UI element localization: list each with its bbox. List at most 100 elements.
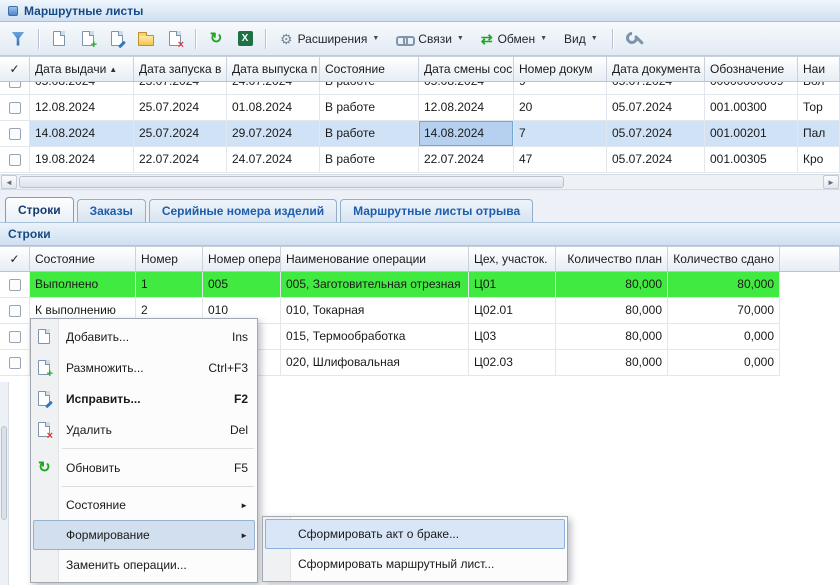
cell[interactable]: 05.07.2024 [607, 95, 705, 121]
column-header-number[interactable]: Номер [136, 247, 203, 271]
cell[interactable]: 19.08.2024 [30, 147, 134, 173]
column-header-workshop[interactable]: Цех, участок. [469, 247, 556, 271]
cell[interactable]: 05.07.2024 [607, 82, 705, 95]
cell[interactable]: Вол [798, 82, 840, 95]
cell[interactable]: 25.07.2024 [134, 95, 227, 121]
table-row-done[interactable]: Выполнено 1 005 005, Заготовительная отр… [0, 272, 840, 298]
cell[interactable]: 0,000 [668, 350, 780, 376]
menu-item-duplicate[interactable]: + Размножить... Ctrl+F3 [31, 352, 257, 383]
cell[interactable]: Ц02.03 [469, 350, 556, 376]
cell[interactable]: Кро [798, 147, 840, 173]
table-row[interactable]: 12.08.2024 25.07.2024 01.08.2024 В работ… [0, 95, 840, 121]
cell[interactable]: 24.07.2024 [227, 82, 320, 95]
cell[interactable]: В работе [320, 147, 419, 173]
cell[interactable]: 001.00300 [705, 95, 798, 121]
cell[interactable]: 12.08.2024 [30, 95, 134, 121]
column-header-release-date[interactable]: Дата выпуска п [227, 57, 320, 81]
focused-cell[interactable]: 14.08.2024 [419, 121, 514, 147]
cell[interactable]: Ц01 [469, 272, 556, 298]
tab-stroki[interactable]: Строки [5, 197, 74, 222]
cell[interactable]: 70,000 [668, 298, 780, 324]
column-header-designation[interactable]: Обозначение [705, 57, 798, 81]
column-header-issue-date[interactable]: Дата выдачи▲ [30, 57, 134, 81]
cell[interactable]: 25.07.2024 [134, 121, 227, 147]
refresh-button[interactable]: ↻ [203, 27, 229, 51]
row-checkbox[interactable] [0, 298, 30, 324]
cell[interactable]: 23.07.2024 [134, 82, 227, 95]
cell[interactable]: 001.00305 [705, 147, 798, 173]
cell[interactable]: 010, Токарная [281, 298, 469, 324]
cell[interactable]: 1 [136, 272, 203, 298]
edit-document-button[interactable] [104, 27, 130, 51]
cell[interactable]: Ц03 [469, 324, 556, 350]
vertical-scrollbar[interactable] [0, 382, 9, 585]
cell[interactable]: 05.08.2024 [419, 82, 514, 95]
cell[interactable]: 29.07.2024 [227, 121, 320, 147]
menu-item-refresh[interactable]: ↻ Обновить F5 [31, 452, 257, 483]
tab-zakazy[interactable]: Заказы [77, 199, 146, 222]
tab-serial-numbers[interactable]: Серийные номера изделий [149, 199, 337, 222]
exchange-dropdown[interactable]: ⇄ Обмен ▼ [474, 27, 554, 51]
open-folder-button[interactable] [133, 27, 159, 51]
settings-button[interactable] [620, 27, 646, 51]
cell[interactable]: 47 [514, 147, 607, 173]
cell[interactable]: 80,000 [556, 298, 668, 324]
cell[interactable]: 001.00201 [705, 121, 798, 147]
cell[interactable]: 14.08.2024 [30, 121, 134, 147]
column-header-doc-date[interactable]: Дата документа [607, 57, 705, 81]
cell[interactable]: 005, Заготовительная отрезная [281, 272, 469, 298]
menu-item-delete[interactable]: × Удалить Del [31, 414, 257, 445]
menu-item-add[interactable]: Добавить... Ins [31, 321, 257, 352]
excel-export-button[interactable]: X [232, 27, 258, 51]
cell[interactable]: 7 [514, 121, 607, 147]
row-checkbox[interactable] [0, 350, 30, 376]
cell[interactable]: 00000000009 [705, 82, 798, 95]
cell[interactable]: 9 [514, 82, 607, 95]
row-checkbox[interactable] [0, 147, 30, 173]
cell[interactable]: 80,000 [556, 272, 668, 298]
cell[interactable]: Пал [798, 121, 840, 147]
cell[interactable]: 05.07.2024 [607, 147, 705, 173]
row-checkbox[interactable] [0, 82, 30, 95]
menu-item-replace-operations[interactable]: Заменить операции... [31, 550, 257, 580]
cell[interactable]: 80,000 [556, 350, 668, 376]
scroll-left-button[interactable]: ◄ [1, 175, 17, 189]
cell[interactable]: В работе [320, 95, 419, 121]
select-all-header[interactable]: ✓ [0, 247, 30, 271]
row-checkbox[interactable] [0, 272, 30, 298]
column-header-qty-plan[interactable]: Количество план [556, 247, 668, 271]
table-row-selected[interactable]: 14.08.2024 25.07.2024 29.07.2024 В работ… [0, 121, 840, 147]
cell-status[interactable]: Выполнено [30, 272, 136, 298]
cell[interactable]: 22.07.2024 [134, 147, 227, 173]
new-document-button[interactable] [46, 27, 72, 51]
column-header-state[interactable]: Состояние [320, 57, 419, 81]
cell[interactable]: 12.08.2024 [419, 95, 514, 121]
select-all-header[interactable]: ✓ [0, 57, 30, 81]
cell[interactable]: 20 [514, 95, 607, 121]
cell[interactable]: 015, Термообработка [281, 324, 469, 350]
cell[interactable]: Ц02.01 [469, 298, 556, 324]
cell[interactable]: 0,000 [668, 324, 780, 350]
cell[interactable]: В работе [320, 82, 419, 95]
view-dropdown[interactable]: Вид ▼ [557, 27, 605, 51]
row-checkbox[interactable] [0, 121, 30, 147]
menu-item-state[interactable]: Состояние ► [31, 490, 257, 520]
submenu-item-form-route-sheet[interactable]: Сформировать маршрутный лист... [263, 549, 567, 579]
menu-item-edit[interactable]: Исправить... F2 [31, 383, 257, 414]
scrollbar-thumb[interactable] [19, 176, 564, 188]
links-dropdown[interactable]: Связи ▼ [389, 27, 471, 51]
scrollbar-thumb[interactable] [1, 426, 7, 520]
table-row[interactable]: 05.08.2024 23.07.2024 24.07.2024 В работ… [0, 82, 840, 95]
cell[interactable]: Тор [798, 95, 840, 121]
column-header-name[interactable]: Наи [798, 57, 840, 81]
column-header-op-name[interactable]: Наименование операции [281, 247, 469, 271]
cell[interactable]: 24.07.2024 [227, 147, 320, 173]
column-header-launch-date[interactable]: Дата запуска в [134, 57, 227, 81]
cell[interactable]: 05.07.2024 [607, 121, 705, 147]
filter-button[interactable] [5, 27, 31, 51]
tab-route-sheets-detach[interactable]: Маршрутные листы отрыва [340, 199, 533, 222]
cell[interactable]: 80,000 [668, 272, 780, 298]
cell[interactable]: 80,000 [556, 324, 668, 350]
scroll-right-button[interactable]: ► [823, 175, 839, 189]
horizontal-scrollbar[interactable]: ◄ ► [0, 174, 840, 190]
